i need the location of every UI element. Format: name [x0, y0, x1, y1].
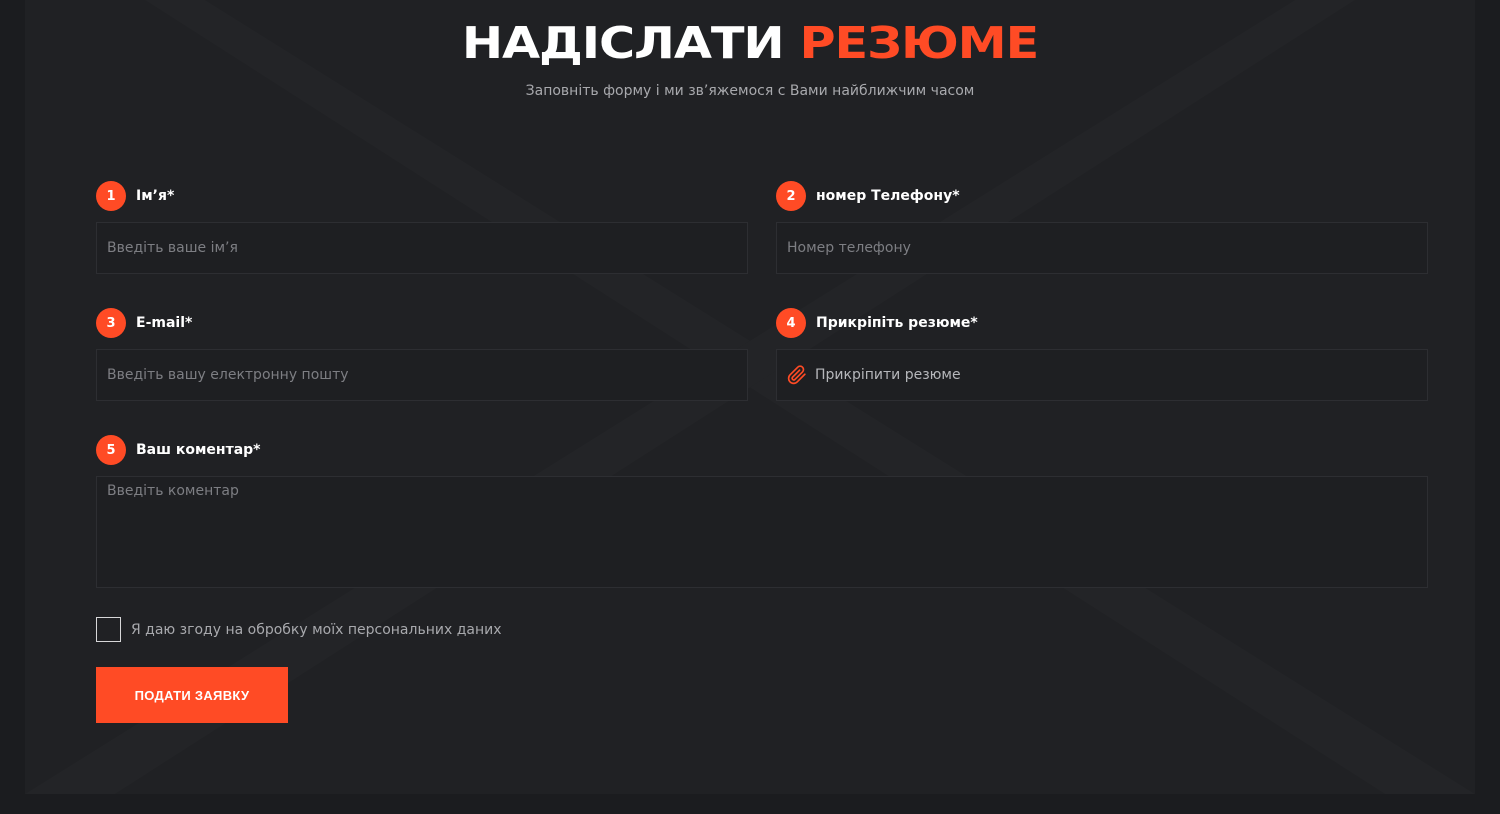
name-label: Ім’я* — [136, 188, 175, 204]
name-placeholder: Введіть ваше ім’я — [107, 240, 238, 256]
step-number-badge: 4 — [776, 308, 806, 338]
step-number-badge: 5 — [96, 435, 126, 465]
step-number-badge: 3 — [96, 308, 126, 338]
consent-row: Я даю згоду на обробку моїх персональних… — [96, 617, 502, 642]
resume-field-label: 4 Прикріпіть резюме* — [776, 308, 978, 338]
title-main: НАДІСЛАТИ — [461, 18, 785, 69]
step-number-badge: 1 — [96, 181, 126, 211]
name-field-label: 1 Ім’я* — [96, 181, 174, 211]
phone-input[interactable]: Номер телефону — [776, 222, 1428, 274]
phone-placeholder: Номер телефону — [787, 240, 911, 256]
comment-textarea[interactable]: Введіть коментар — [96, 476, 1428, 588]
name-input[interactable]: Введіть ваше ім’я — [96, 222, 748, 274]
paperclip-icon — [787, 365, 807, 385]
consent-text: Я даю згоду на обробку моїх персональних… — [131, 621, 502, 638]
attach-resume-label: Прикріпити резюме — [815, 367, 961, 383]
comment-label: Ваш коментар* — [136, 442, 261, 458]
submit-button[interactable]: ПОДАТИ ЗАЯВКУ — [96, 667, 288, 723]
email-input[interactable]: Введіть вашу електронну пошту — [96, 349, 748, 401]
phone-label: номер Телефону* — [816, 188, 960, 204]
phone-field-label: 2 номер Телефону* — [776, 181, 960, 211]
resume-label: Прикріпіть резюме* — [816, 315, 978, 331]
page-subtitle: Заповніть форму і ми зв’яжемося с Вами н… — [525, 83, 975, 99]
email-field-label: 3 E-mail* — [96, 308, 192, 338]
page-title: НАДІСЛАТИ РЕЗЮМЕ — [0, 20, 1500, 68]
comment-placeholder: Введіть коментар — [107, 483, 239, 499]
email-placeholder: Введіть вашу електронну пошту — [107, 367, 349, 383]
consent-checkbox[interactable] — [96, 617, 121, 642]
step-number-badge: 2 — [776, 181, 806, 211]
comment-field-label: 5 Ваш коментар* — [96, 435, 261, 465]
email-label: E-mail* — [136, 315, 193, 331]
title-accent: РЕЗЮМЕ — [799, 18, 1040, 69]
attach-resume-button[interactable]: Прикріпити резюме — [776, 349, 1428, 401]
